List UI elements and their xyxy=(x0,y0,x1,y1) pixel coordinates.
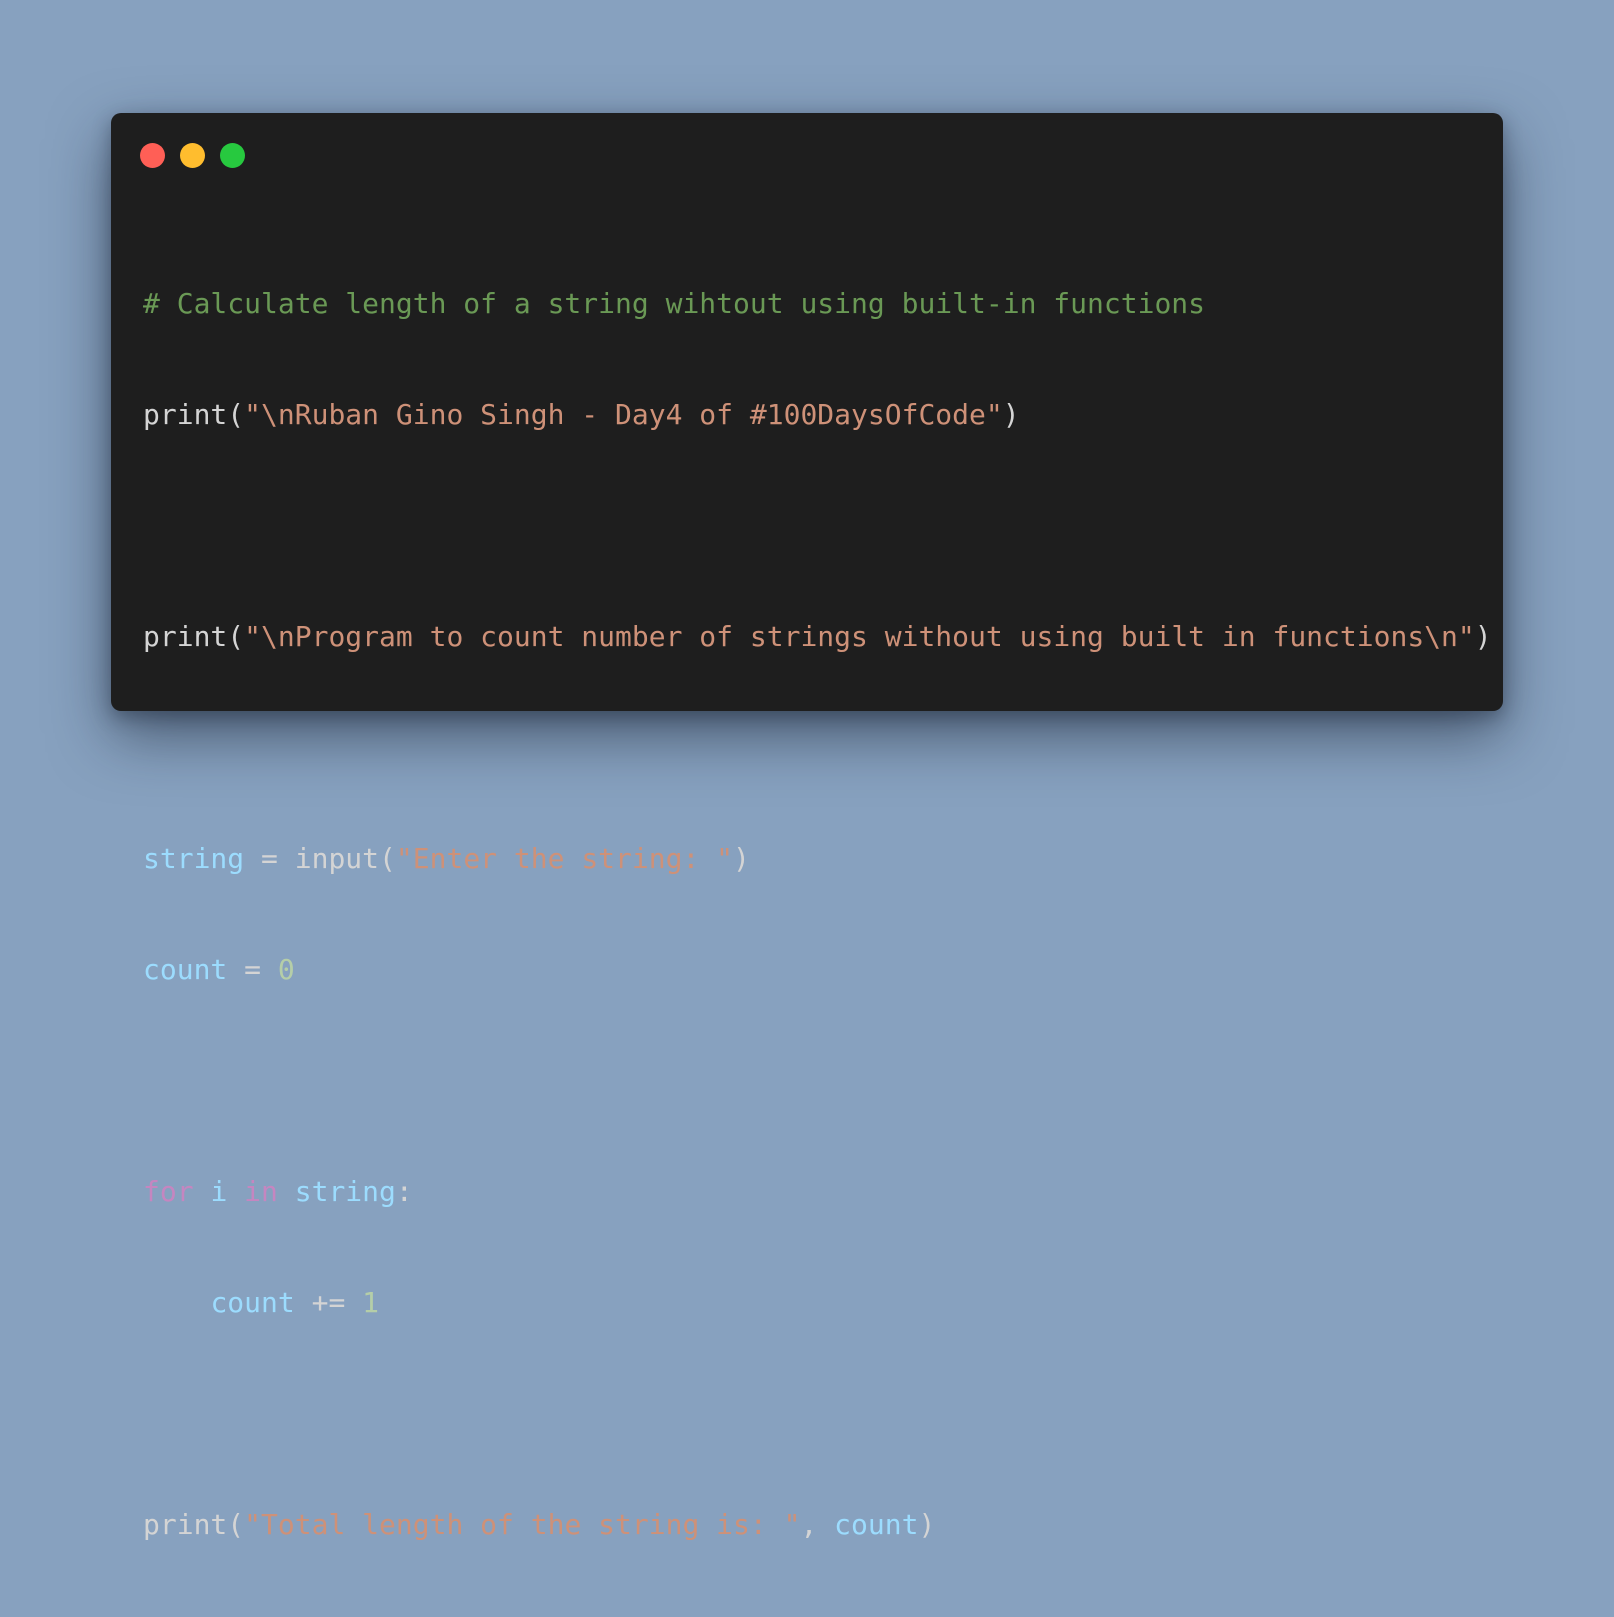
paren-close: ) xyxy=(918,1508,936,1541)
variable: string xyxy=(294,1175,396,1208)
variable: count xyxy=(834,1508,919,1541)
paren-close: ) xyxy=(1474,620,1492,653)
number-literal: 1 xyxy=(362,1286,380,1319)
paren-open: ( xyxy=(227,398,245,431)
string-literal: "Enter the string: " xyxy=(395,842,734,875)
function-name: print xyxy=(143,398,228,431)
paren-close: ) xyxy=(733,842,750,875)
minimize-window-icon[interactable] xyxy=(180,143,205,168)
code-line-6: string = input("Enter the string: ") xyxy=(143,840,1492,877)
close-window-icon[interactable] xyxy=(140,143,165,168)
comma: , xyxy=(800,1508,835,1541)
keyword: for xyxy=(143,1175,194,1208)
code-window: # Calculate length of a string wihtout u… xyxy=(111,113,1503,1541)
keyword: in xyxy=(244,1175,278,1208)
string-literal: "\nProgram to count number of strings wi… xyxy=(244,620,1475,653)
paren-close: ) xyxy=(1002,398,1020,431)
string-literal: "\nRuban Gino Singh - Day4 of #100DaysOf… xyxy=(244,398,1003,431)
code-block: # Calculate length of a string wihtout u… xyxy=(143,211,1492,1617)
number-literal: 0 xyxy=(277,953,295,986)
code-line-12: print("Total length of the string is: ",… xyxy=(143,1506,1492,1543)
function-name: print xyxy=(143,620,228,653)
operator: = xyxy=(244,842,295,875)
code-line-7: count = 0 xyxy=(143,951,1492,988)
string-literal: "Total length of the string is: " xyxy=(244,1508,801,1541)
comment: # Calculate length of a string wihtout u… xyxy=(143,287,1206,320)
variable: i xyxy=(210,1175,228,1208)
paren-open: ( xyxy=(227,620,245,653)
code-line-2: print("\nRuban Gino Singh - Day4 of #100… xyxy=(143,396,1492,433)
code-line-4: print("\nProgram to count number of stri… xyxy=(143,618,1492,655)
operator: += xyxy=(294,1286,363,1319)
variable: count xyxy=(143,953,228,986)
maximize-window-icon[interactable] xyxy=(220,143,245,168)
paren-open: ( xyxy=(227,1508,245,1541)
function-name: input xyxy=(294,842,380,875)
colon: : xyxy=(395,1175,413,1208)
function-name: print xyxy=(143,1508,228,1541)
variable: count xyxy=(210,1286,295,1319)
window-controls xyxy=(140,143,245,168)
variable: string xyxy=(143,842,245,875)
operator: = xyxy=(227,953,278,986)
paren-open: ( xyxy=(379,842,396,875)
code-line-1: # Calculate length of a string wihtout u… xyxy=(143,285,1492,322)
code-line-10: count += 1 xyxy=(143,1284,1492,1321)
code-line-9: for i in string: xyxy=(143,1173,1492,1210)
